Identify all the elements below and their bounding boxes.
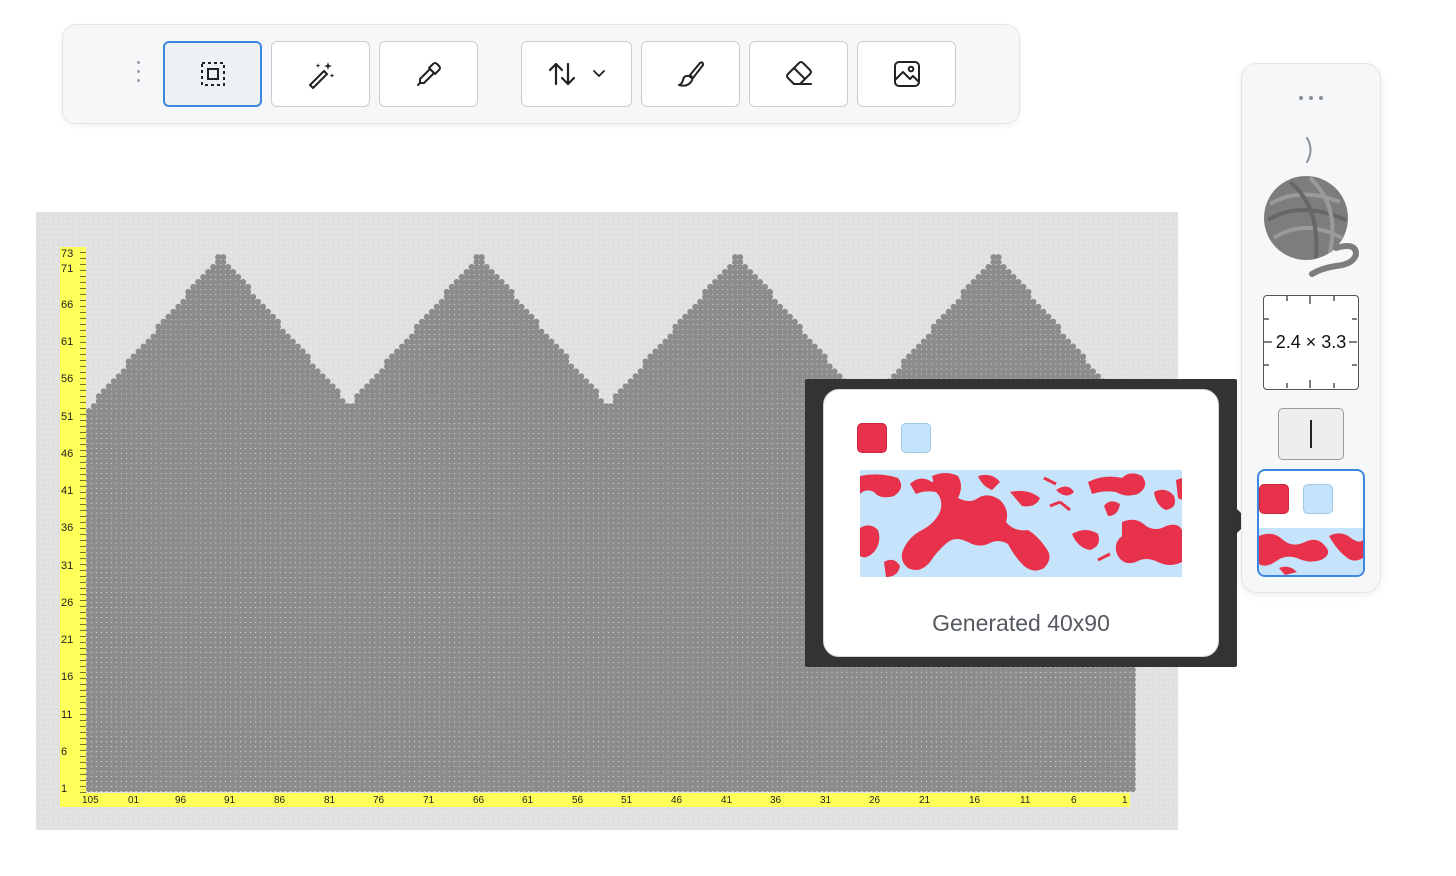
chevron-right-icon[interactable]	[1302, 134, 1318, 166]
column-label: 11	[1020, 795, 1031, 806]
image-import-button[interactable]	[857, 41, 956, 107]
magic-wand-icon	[308, 62, 334, 89]
column-label: 46	[671, 795, 683, 806]
eraser-icon	[785, 61, 812, 85]
color-swatch-red[interactable]	[857, 423, 887, 453]
row-label: 16	[61, 671, 74, 683]
column-label: 105	[82, 795, 99, 806]
column-label: 96	[175, 795, 187, 806]
row-label: 51	[61, 411, 74, 423]
eraser-button[interactable]	[749, 41, 848, 107]
chevron-down-icon	[592, 70, 605, 77]
row-label: 1	[61, 783, 68, 795]
sort-arrows-icon	[548, 62, 575, 86]
column-label: 56	[572, 795, 584, 806]
toolbar	[62, 24, 1020, 124]
selection-icon	[200, 62, 225, 86]
more-dots-icon[interactable]	[1299, 96, 1325, 102]
line-tool-button[interactable]	[1278, 408, 1344, 460]
column-label: 6	[1071, 795, 1077, 806]
thumb-pattern-preview	[1259, 528, 1363, 575]
column-label: 61	[522, 795, 534, 806]
column-label: 91	[224, 795, 236, 806]
column-label: 41	[721, 795, 733, 806]
column-label: 31	[820, 795, 832, 806]
vertical-line-icon	[1310, 420, 1312, 448]
row-label: 61	[61, 336, 74, 348]
sort-dropdown-button[interactable]	[521, 41, 632, 107]
column-label: 81	[324, 795, 336, 806]
brush-button[interactable]	[641, 41, 740, 107]
column-label: 01	[128, 795, 140, 806]
brush-icon	[677, 61, 704, 87]
thumb-swatch-red	[1259, 484, 1289, 514]
row-label: 66	[61, 299, 74, 311]
select-tool-button[interactable]	[163, 41, 262, 107]
pattern-thumbnail[interactable]	[1257, 469, 1365, 577]
yarn-ball-icon[interactable]	[1260, 176, 1364, 278]
eyedropper-icon	[416, 62, 441, 86]
column-label: 16	[969, 795, 981, 806]
column-label: 86	[274, 795, 286, 806]
row-label: 41	[61, 485, 74, 497]
row-label: 26	[61, 597, 74, 609]
color-swatch-light-blue[interactable]	[901, 423, 931, 453]
column-label: 71	[423, 795, 435, 806]
pattern-image	[860, 473, 1182, 577]
image-icon	[893, 61, 920, 87]
column-label: 36	[770, 795, 782, 806]
row-label: 21	[61, 634, 74, 646]
popover-caption: Generated 40x90	[932, 610, 1110, 636]
row-label: 73	[61, 248, 74, 260]
column-label: 1	[1122, 795, 1128, 806]
drag-handle-icon[interactable]	[133, 61, 145, 87]
row-label: 36	[61, 522, 74, 534]
row-label: 71	[61, 263, 74, 275]
thumb-swatch-light-blue	[1303, 484, 1333, 514]
row-label: 6	[61, 746, 68, 758]
row-label: 46	[61, 448, 74, 460]
column-label: 21	[919, 795, 931, 806]
row-label: 56	[61, 373, 74, 385]
generated-pattern-preview[interactable]	[860, 470, 1182, 577]
gauge-value: 2.4 × 3.3	[1275, 332, 1347, 352]
column-label: 26	[869, 795, 881, 806]
column-label: 51	[621, 795, 633, 806]
row-label: 11	[61, 709, 73, 721]
magic-wand-button[interactable]	[271, 41, 370, 107]
column-label: 76	[373, 795, 385, 806]
eyedropper-button[interactable]	[379, 41, 478, 107]
row-label: 31	[61, 560, 74, 572]
column-label: 66	[473, 795, 485, 806]
